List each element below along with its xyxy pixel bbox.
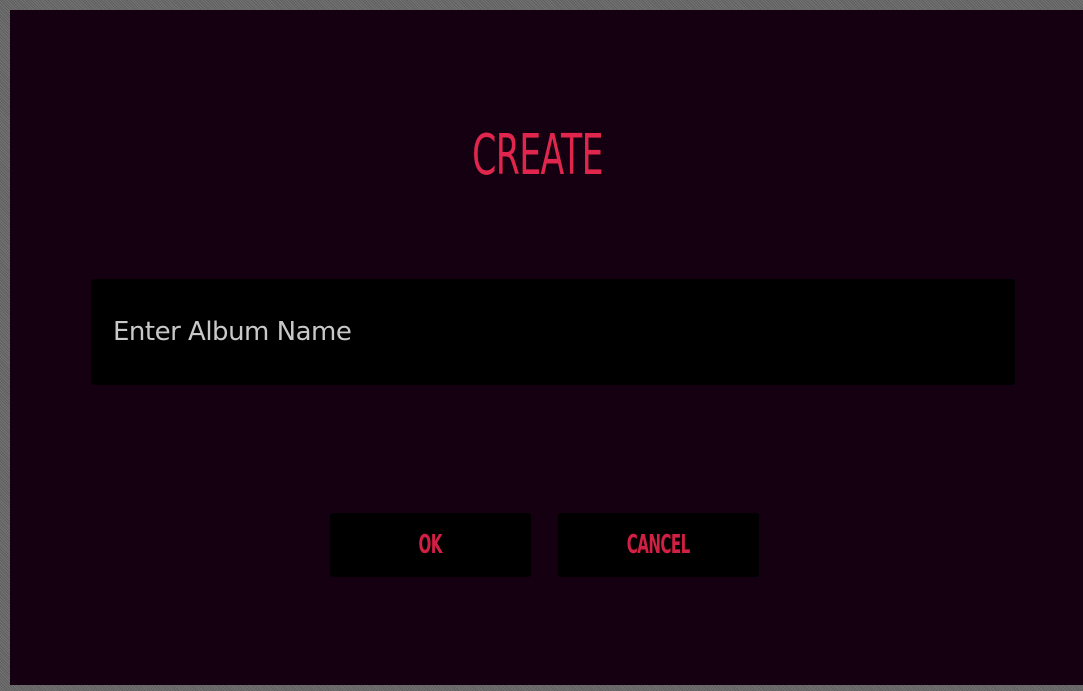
cancel-button-label: CANCEL <box>627 530 690 560</box>
ok-button-label: OK <box>418 530 443 560</box>
window-frame: CREATE OK CANCEL <box>0 0 1083 691</box>
album-name-input[interactable] <box>91 279 1015 385</box>
ok-button[interactable]: OK <box>330 513 531 577</box>
create-album-dialog: CREATE OK CANCEL <box>10 10 1083 685</box>
dialog-title: CREATE <box>472 123 603 188</box>
cancel-button[interactable]: CANCEL <box>558 513 759 577</box>
